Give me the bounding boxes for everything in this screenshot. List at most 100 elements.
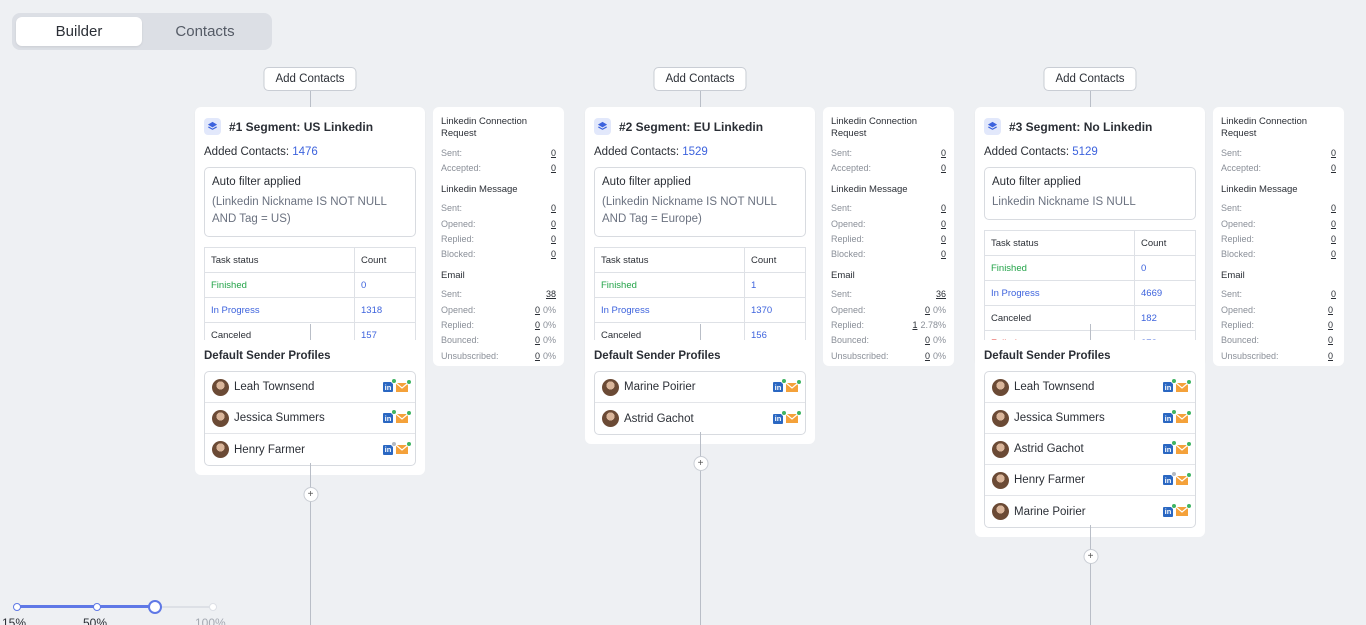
stat-row-opened: Opened: 0 [831,216,946,231]
stat-row-accepted: Accepted: 0 [441,160,556,175]
zoom-label-min: 15% [2,616,27,625]
sender-item[interactable]: Marine Poirier in [595,372,805,403]
status-in-progress: In Progress [204,297,355,323]
stat-value[interactable]: 0 [1331,203,1336,213]
task-count[interactable]: 0 [1134,255,1196,281]
stat-value[interactable]: 0 [941,219,946,229]
auto-filter-expression: (Linkedin Nickname IS NOT NULL AND Tag =… [602,196,777,225]
task-count[interactable]: 1370 [744,297,806,323]
stat-value[interactable]: 0 [941,203,946,213]
stat-value[interactable]: 0 [1328,335,1333,345]
task-count[interactable]: 182 [1134,305,1196,331]
sender-item[interactable]: Leah Townsend in [205,372,415,403]
stat-value[interactable]: 0 [1331,249,1336,259]
added-contacts-count[interactable]: 1476 [292,146,318,158]
stat-value-wrap: 0 [551,234,556,244]
stat-value[interactable]: 0 [925,335,930,345]
add-step-button[interactable]: + [1083,549,1098,564]
sender-item[interactable]: Marine Poirier in [985,496,1195,527]
zoom-stop-mid[interactable] [93,603,101,611]
sender-profiles-title: Default Sender Profiles [594,350,721,362]
stat-value-wrap: 0 [941,203,946,213]
stat-value[interactable]: 0 [551,249,556,259]
stat-row-sent: Sent: 36 [831,287,946,302]
task-count[interactable]: 0 [354,272,416,298]
stat-value[interactable]: 0 [551,203,556,213]
zoom-slider[interactable]: 15% 50% 100% [2,600,230,625]
stat-value[interactable]: 0 [941,249,946,259]
stat-value[interactable]: 0 [1328,320,1333,330]
zoom-stop-max[interactable] [209,603,217,611]
sender-item[interactable]: Henry Farmer in [985,465,1195,496]
stat-value[interactable]: 0 [1331,219,1336,229]
stats-section-title: Linkedin Message [831,183,908,195]
added-contacts-label: Added Contacts: [594,146,680,158]
stat-value-wrap: 1 2.78% [912,320,946,330]
sender-item[interactable]: Jessica Summers in [205,403,415,434]
sender-item[interactable]: Astrid Gachot in [985,434,1195,465]
task-count[interactable]: 1318 [354,297,416,323]
sender-item[interactable]: Henry Farmer in [205,434,415,465]
sender-item[interactable]: Astrid Gachot in [595,403,805,434]
segment-title[interactable]: #2 Segment: EU Linkedin [619,120,763,134]
email-status-dot [796,410,802,416]
stat-value[interactable]: 0 [1331,148,1336,158]
stat-value[interactable]: 0 [941,234,946,244]
zoom-handle[interactable] [147,600,162,614]
stat-label: Replied: [1221,320,1255,331]
stat-value[interactable]: 0 [1328,351,1333,361]
email-icon [786,378,802,392]
zoom-label-mid: 50% [83,616,108,625]
avatar [212,378,229,396]
sender-item[interactable]: Leah Townsend in [985,372,1195,403]
stat-value[interactable]: 0 [535,335,540,345]
add-contacts-button[interactable]: Add Contacts [653,67,747,91]
add-step-button[interactable]: + [693,456,708,471]
stat-value[interactable]: 0 [535,305,540,315]
sender-name: Henry Farmer [1014,474,1085,486]
stat-value[interactable]: 38 [546,289,556,299]
stat-value[interactable]: 0 [1331,234,1336,244]
zoom-stop-min[interactable] [13,603,21,611]
stat-value[interactable]: 0 [535,320,540,330]
stat-value[interactable]: 0 [925,351,930,361]
stat-value[interactable]: 0 [535,351,540,361]
sender-channels: in [1163,502,1192,517]
tab-contacts[interactable]: Contacts [142,17,268,46]
stat-value[interactable]: 0 [941,163,946,173]
stat-value[interactable]: 0 [925,305,930,315]
task-count[interactable]: 1 [744,272,806,298]
stat-value[interactable]: 0 [1331,289,1336,299]
stat-label: Accepted: [1221,162,1262,173]
linkedin-icon: in [1163,502,1177,517]
stat-value[interactable]: 0 [1328,305,1333,315]
table-header-row: Task status Count [984,230,1196,256]
stat-value[interactable]: 0 [941,148,946,158]
add-contacts-button[interactable]: Add Contacts [263,67,357,91]
stat-value[interactable]: 0 [551,234,556,244]
stat-value-wrap: 0 [1328,351,1336,361]
auto-filter-expression: (Linkedin Nickname IS NOT NULL AND Tag =… [212,196,387,225]
added-contacts-count[interactable]: 1529 [682,146,708,158]
tab-builder[interactable]: Builder [16,17,142,46]
stat-value[interactable]: 0 [1331,163,1336,173]
sender-item[interactable]: Jessica Summers in [985,403,1195,434]
stat-label: Sent: [441,147,463,158]
stat-value[interactable]: 1 [912,320,917,330]
add-step-button[interactable]: + [303,487,318,502]
stat-value[interactable]: 36 [936,289,946,299]
stat-value[interactable]: 0 [551,148,556,158]
add-contacts-button[interactable]: Add Contacts [1043,67,1137,91]
segment-title[interactable]: #3 Segment: No Linkedin [1009,120,1152,134]
sender-list: Leah Townsend in Jessica Summers in Astrid G… [984,371,1196,528]
stat-row-bounced: Bounced: 0 [1221,333,1336,348]
email-icon [1176,471,1192,485]
stat-row-accepted: Accepted: 0 [831,160,946,175]
stat-value[interactable]: 0 [551,219,556,229]
segment-title[interactable]: #1 Segment: US Linkedin [229,120,373,134]
added-contacts-count[interactable]: 5129 [1072,146,1098,158]
task-count[interactable]: 4669 [1134,280,1196,306]
stat-value[interactable]: 0 [551,163,556,173]
email-icon [1176,409,1192,423]
linkedin-icon: in [773,409,787,424]
